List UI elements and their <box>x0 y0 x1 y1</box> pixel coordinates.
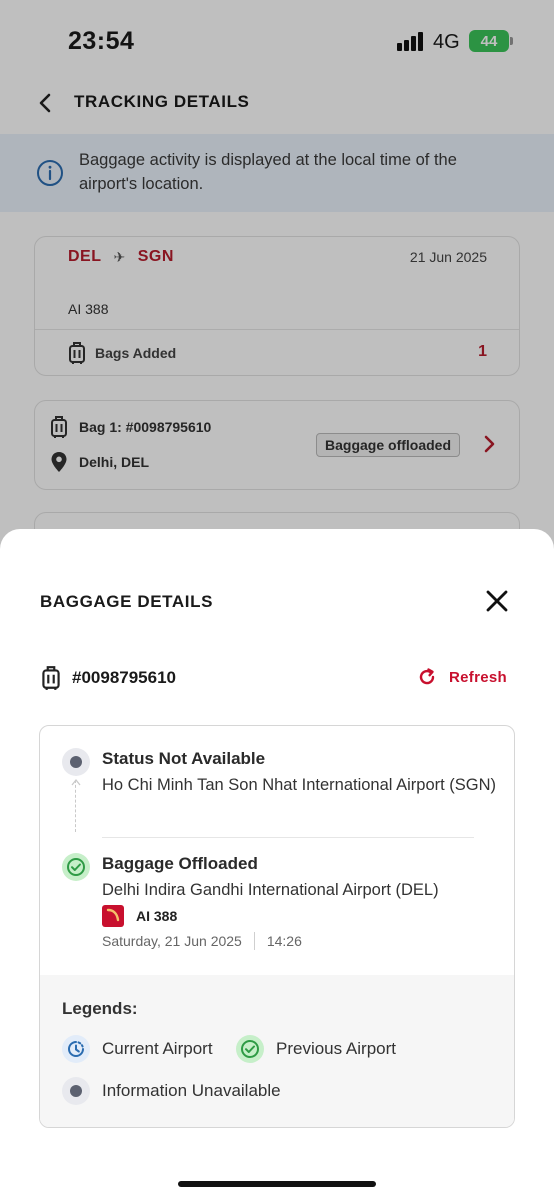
legend-current-airport: Current Airport <box>62 1035 213 1063</box>
baggage-details-sheet: BAGGAGE DETAILS #0098795610 Refresh Stat… <box>0 529 554 1200</box>
legend-previous-airport: Previous Airport <box>236 1035 396 1063</box>
event-time: 14:26 <box>266 933 302 949</box>
refresh-label: Refresh <box>449 668 507 686</box>
divider <box>102 837 474 838</box>
legend-label: Previous Airport <box>276 1039 396 1058</box>
legend-label: Information Unavailable <box>102 1081 281 1100</box>
clock-icon <box>62 1035 90 1063</box>
baggage-timeline: Status Not Available Ho Chi Minh Tan Son… <box>39 725 515 1128</box>
bag-id: #0098795610 <box>72 668 177 687</box>
timeline-status: Baggage Offloaded <box>102 854 258 873</box>
arrow-up-icon <box>71 778 81 786</box>
close-icon[interactable] <box>483 587 511 615</box>
timeline-status: Status Not Available <box>102 749 266 768</box>
timestamp-row: Saturday, 21 Jun 2025 14:26 <box>102 932 302 950</box>
timeline-airport: Ho Chi Minh Tan Son Nhat International A… <box>102 776 497 794</box>
separator <box>253 932 255 950</box>
luggage-icon <box>42 666 60 690</box>
information-unavailable-icon <box>62 748 90 776</box>
timeline-connector <box>75 780 76 832</box>
dot-icon <box>62 1077 90 1105</box>
bag-id-row: #0098795610 <box>40 665 176 691</box>
sheet-title: BAGGAGE DETAILS <box>40 592 214 611</box>
check-circle-icon <box>236 1035 264 1063</box>
event-date: Saturday, 21 Jun 2025 <box>102 933 242 949</box>
flight-number: AI 388 <box>136 908 178 924</box>
home-indicator[interactable] <box>178 1181 376 1187</box>
legends-section: Legends: Current Airport Previous Airpor… <box>40 975 514 1127</box>
legend-information-unavailable: Information Unavailable <box>62 1077 281 1105</box>
legends-title: Legends: <box>62 999 138 1018</box>
previous-airport-icon <box>62 853 90 881</box>
timeline-airport: Delhi Indira Gandhi International Airpor… <box>102 881 439 899</box>
air-india-logo <box>102 905 124 927</box>
refresh-button[interactable]: Refresh <box>417 667 507 687</box>
refresh-icon <box>419 668 435 685</box>
legend-label: Current Airport <box>102 1039 213 1058</box>
airline-row: AI 388 <box>102 905 177 927</box>
